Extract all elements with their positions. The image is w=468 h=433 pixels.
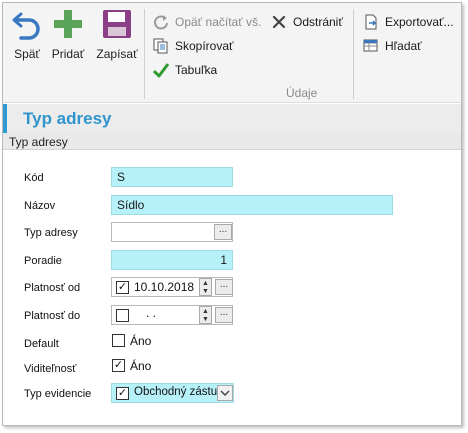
kod-input[interactable]: S — [111, 167, 233, 187]
save-label: Zapísať — [96, 47, 138, 61]
refresh-icon — [153, 14, 169, 30]
section-title: Typ adresy — [9, 135, 68, 149]
copy-icon — [153, 38, 169, 54]
typ-evidencie-checkbox[interactable]: ✓ — [116, 387, 129, 400]
platnost-od-spinner[interactable]: ▲ ▼ — [199, 278, 212, 296]
typ-adresy-label: Typ adresy — [24, 227, 78, 239]
platnost-do-checkbox[interactable] — [116, 309, 129, 322]
poradie-input[interactable]: 1 — [111, 250, 233, 270]
default-option: Áno — [130, 334, 152, 348]
floppy-disk-icon — [100, 7, 134, 41]
platnost-od-value: 10.10.2018 — [134, 280, 195, 294]
platnost-do-picker-button[interactable]: ... — [215, 307, 233, 323]
nazov-label: Názov — [24, 200, 56, 212]
back-button[interactable]: Späť — [9, 7, 45, 71]
window: Späť Pridať Zapísať Opäť načítať vš. Ods… — [2, 2, 462, 426]
find-table-icon — [363, 38, 379, 54]
platnost-od-label: Platnosť od — [24, 282, 81, 294]
back-label: Späť — [14, 47, 40, 61]
find-button[interactable]: Hľadať — [363, 36, 422, 56]
nazov-input[interactable]: Sídlo — [111, 195, 393, 215]
platnost-do-spinner[interactable]: ▲ ▼ — [199, 306, 212, 324]
ribbon-separator — [144, 9, 145, 99]
add-label: Pridať — [51, 47, 85, 61]
delete-label: Odstrániť — [293, 15, 343, 29]
typ-adresy-lookup-button[interactable]: ... — [214, 224, 232, 240]
platnost-od-picker-button[interactable]: ... — [215, 279, 233, 295]
checkmark-icon — [153, 62, 169, 78]
default-label: Default — [24, 338, 59, 350]
page-title-bar: Typ adresy — [3, 104, 461, 133]
typ-evidencie-label: Typ evidencie — [24, 388, 92, 400]
save-button[interactable]: Zapísať — [95, 7, 139, 71]
reload-all-label: Opäť načítať vš. — [175, 15, 262, 29]
ribbon-toolbar: Späť Pridať Zapísať Opäť načítať vš. Ods… — [3, 3, 461, 103]
platnost-do-label: Platnosť do — [24, 310, 81, 322]
reload-all-button[interactable]: Opäť načítať vš. — [153, 12, 261, 32]
table-label: Tabuľka — [175, 63, 218, 77]
copy-label: Skopírovať — [175, 39, 234, 53]
ribbon-group-label: Údaje — [286, 86, 318, 100]
export-label: Exportovať... — [385, 15, 454, 29]
x-icon — [271, 14, 287, 30]
table-button[interactable]: Tabuľka — [153, 60, 217, 80]
viditelnost-checkbox[interactable]: ✓ — [112, 359, 125, 372]
typ-evidencie-value: Obchodný zástu — [134, 386, 218, 398]
export-button[interactable]: Exportovať... — [363, 12, 454, 32]
ribbon-separator — [353, 9, 354, 99]
export-document-icon — [363, 14, 379, 30]
add-button[interactable]: Pridať — [49, 7, 87, 71]
copy-button[interactable]: Skopírovať — [153, 36, 234, 56]
poradie-label: Poradie — [24, 255, 62, 267]
undo-arrow-icon — [10, 7, 44, 41]
platnost-od-checkbox[interactable]: ✓ — [116, 281, 129, 294]
kod-label: Kód — [24, 172, 44, 184]
platnost-do-value: . . — [146, 306, 157, 320]
delete-button[interactable]: Odstrániť — [271, 12, 343, 32]
viditelnost-label: Viditeľnosť — [24, 363, 77, 375]
default-checkbox[interactable] — [112, 334, 125, 347]
plus-icon — [51, 7, 85, 41]
page-title: Typ adresy — [23, 109, 112, 128]
section-header: Typ adresy — [3, 133, 461, 150]
find-label: Hľadať — [385, 39, 422, 53]
viditelnost-option: Áno — [130, 359, 152, 373]
chevron-down-icon[interactable] — [217, 385, 233, 401]
